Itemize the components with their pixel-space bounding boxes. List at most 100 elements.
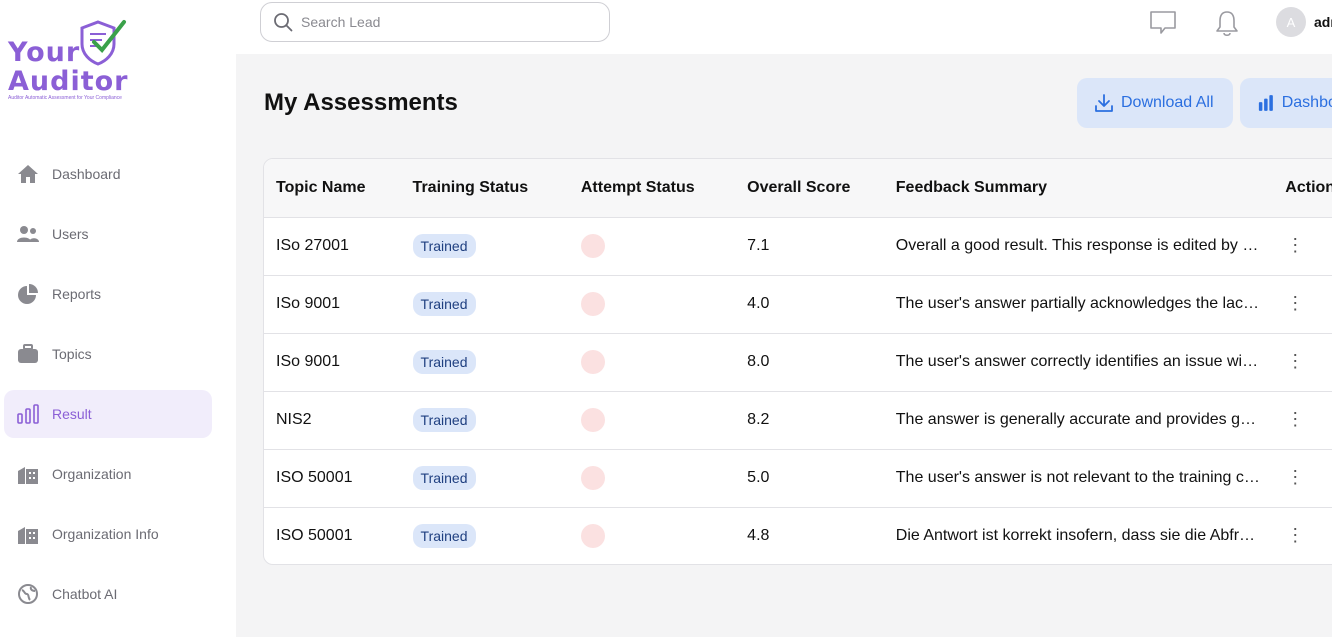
briefcase-icon <box>16 342 40 366</box>
score-cell: 8.2 <box>735 391 884 450</box>
search-input[interactable] <box>301 14 601 30</box>
assessments-table: Topic Name Training Status Attempt Statu… <box>263 158 1332 565</box>
actions-cell: ⋮ <box>1273 391 1332 450</box>
actions-cell: ⋮ <box>1273 217 1332 276</box>
table-row[interactable]: ISO 50001 Trained 4.8 Die Antwort ist ko… <box>264 507 1332 564</box>
feedback-text: The user's answer correctly identifies a… <box>895 352 1262 370</box>
attempt-status-indicator <box>580 466 605 490</box>
attempt-status-indicator <box>580 234 605 258</box>
feedback-text: Die Antwort ist korrekt insofern, dass s… <box>895 527 1262 545</box>
score-cell: 5.0 <box>735 449 884 508</box>
bar-chart-icon <box>16 402 40 426</box>
column-header-topic[interactable]: Topic Name <box>264 159 401 218</box>
table-row[interactable]: ISo 9001 Trained 8.0 The user's answer c… <box>264 333 1332 392</box>
feedback-cell: The user's answer correctly identifies a… <box>883 333 1274 392</box>
table-row[interactable]: ISo 9001 Trained 4.0 The user's answer p… <box>264 275 1332 334</box>
sidebar-item-users[interactable]: Users <box>4 210 212 258</box>
table-row[interactable]: ISo 27001 Trained 7.1 Overall a good res… <box>264 217 1332 276</box>
download-all-button[interactable]: Download All <box>1077 78 1233 128</box>
topic-cell: ISO 50001 <box>264 449 401 508</box>
feedback-cell: The answer is generally accurate and pro… <box>883 391 1274 450</box>
feedback-cell: The user's answer partially acknowledges… <box>883 275 1274 334</box>
sidebar-item-label: Organization <box>52 466 132 482</box>
feedback-cell: Overall a good result. This response is … <box>883 217 1274 276</box>
dashboard-button[interactable]: Dashboard <box>1240 78 1332 128</box>
more-options-icon[interactable]: ⋮ <box>1285 236 1305 254</box>
sidebar-item-reports[interactable]: Reports <box>4 270 212 318</box>
more-options-icon[interactable]: ⋮ <box>1285 410 1305 428</box>
more-options-icon[interactable]: ⋮ <box>1285 526 1305 544</box>
feedback-cell: Die Antwort ist korrekt insofern, dass s… <box>884 507 1274 564</box>
column-header-feedback[interactable]: Feedback Summary <box>883 159 1274 218</box>
status-badge: Trained <box>412 292 476 316</box>
sidebar-item-organization-info[interactable]: Organization Info <box>4 510 212 558</box>
score-cell: 8.0 <box>735 333 884 392</box>
topic-cell: ISo 9001 <box>264 333 401 392</box>
home-icon <box>16 162 40 186</box>
actions-cell: ⋮ <box>1273 507 1332 564</box>
more-options-icon[interactable]: ⋮ <box>1285 294 1305 312</box>
column-header-training-status[interactable]: Training Status <box>400 159 569 218</box>
download-icon <box>1095 94 1113 112</box>
sidebar-item-dashboard[interactable]: Dashboard <box>4 150 212 198</box>
sidebar-item-chatbot-ai[interactable]: Chatbot AI <box>4 570 212 618</box>
username[interactable]: admin <box>1314 14 1332 30</box>
column-header-attempt-status[interactable]: Attempt Status <box>568 159 736 218</box>
table-header-row: Topic Name Training Status Attempt Statu… <box>264 159 1332 218</box>
status-badge: Trained <box>412 524 476 549</box>
sidebar-item-topics[interactable]: Topics <box>4 330 212 378</box>
dashboard-label: Dashboard <box>1281 94 1332 111</box>
chat-icon[interactable] <box>1148 8 1178 38</box>
attempt-status-cell <box>568 217 736 276</box>
status-badge: Trained <box>412 466 476 490</box>
status-badge: Trained <box>412 350 476 374</box>
building-icon <box>16 522 40 546</box>
sidebar-item-label: Organization Info <box>52 526 159 542</box>
table-row[interactable]: ISO 50001 Trained 5.0 The user's answer … <box>264 449 1332 508</box>
sidebar-item-organization[interactable]: Organization <box>4 450 212 498</box>
status-badge: Trained <box>412 234 476 258</box>
topic-cell: ISO 50001 <box>276 527 353 545</box>
brand-tagline: Auditor Automatic Assessment for Your Co… <box>8 95 122 101</box>
avatar[interactable]: A <box>1276 7 1306 37</box>
attempt-status-indicator <box>580 524 605 549</box>
sidebar-item-label: Dashboard <box>52 166 121 182</box>
more-options-icon[interactable]: ⋮ <box>1285 352 1305 370</box>
table-row[interactable]: NIS2 Trained 8.2 The answer is generally… <box>264 391 1332 450</box>
page-title: My Assessments <box>264 89 458 116</box>
column-header-overall-score[interactable]: Overall Score <box>735 159 884 218</box>
sidebar-item-label: Reports <box>52 286 102 302</box>
actions-cell: ⋮ <box>1273 333 1332 392</box>
sidebar-item-result[interactable]: Result <box>4 390 212 438</box>
training-status-cell: Trained <box>400 217 569 276</box>
topic-cell: NIS2 <box>264 391 401 450</box>
attempt-status-cell <box>568 391 736 450</box>
bar-chart-icon <box>1258 95 1273 111</box>
pie-chart-icon <box>16 282 40 306</box>
sidebar: Your Auditor Auditor Automatic Assessmen… <box>0 0 236 637</box>
globe-icon <box>16 582 40 606</box>
topic-cell: ISo 27001 <box>264 217 401 276</box>
search-box[interactable] <box>260 2 610 42</box>
download-all-label: Download All <box>1121 94 1214 111</box>
brand-logo[interactable]: Your Auditor Auditor Automatic Assessmen… <box>6 18 136 108</box>
column-header-actions: Actions <box>1273 159 1332 218</box>
training-status-cell: Trained <box>400 449 569 508</box>
attempt-status-cell <box>568 333 736 392</box>
feedback-text: Overall a good result. This response is … <box>895 236 1262 254</box>
attempt-status-cell <box>568 275 736 334</box>
actions-cell: ⋮ <box>1273 275 1332 334</box>
bell-icon[interactable] <box>1212 8 1242 38</box>
attempt-status-cell <box>569 507 735 564</box>
attempt-status-indicator <box>580 350 605 374</box>
score-cell: 4.8 <box>747 527 770 545</box>
feedback-text: The user's answer is not relevant to the… <box>895 468 1262 486</box>
users-icon <box>16 222 40 246</box>
sidebar-item-label: Users <box>52 226 89 242</box>
more-options-icon[interactable]: ⋮ <box>1285 468 1305 486</box>
attempt-status-cell <box>568 449 736 508</box>
sidebar-item-label: Result <box>52 406 92 422</box>
sidebar-item-label: Chatbot AI <box>52 586 118 602</box>
score-cell: 4.0 <box>735 275 884 334</box>
feedback-text: The answer is generally accurate and pro… <box>895 410 1262 428</box>
